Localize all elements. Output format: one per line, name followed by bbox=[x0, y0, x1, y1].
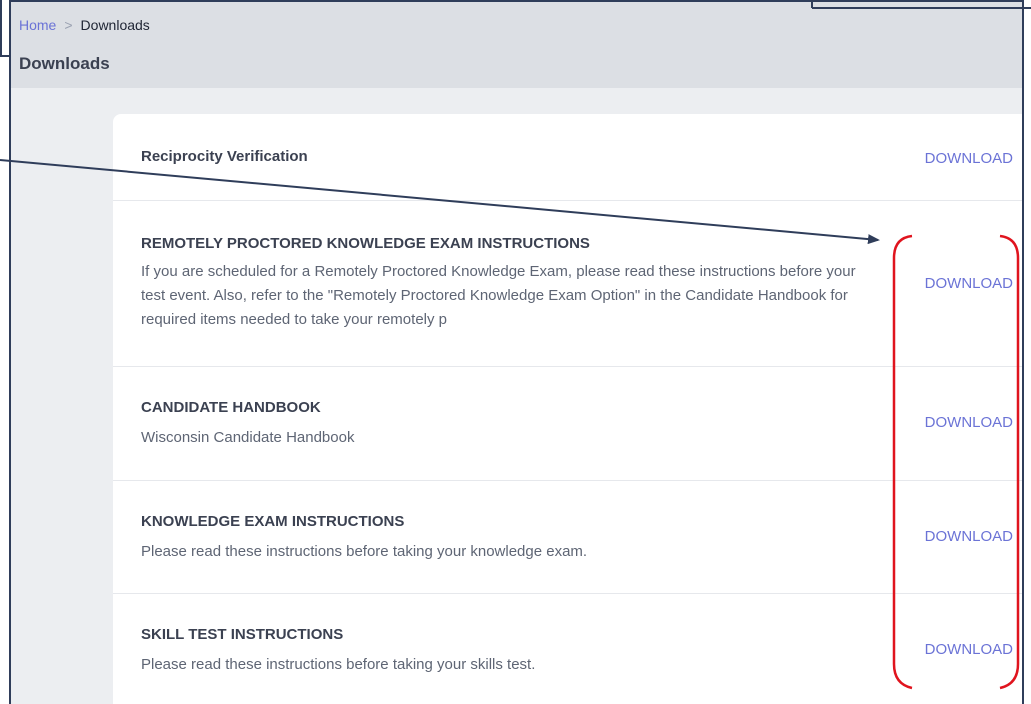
chevron-right-icon: > bbox=[64, 17, 73, 33]
breadcrumb: Home > Downloads bbox=[19, 17, 150, 33]
download-row: CANDIDATE HANDBOOK Wisconsin Candidate H… bbox=[113, 366, 1022, 481]
breadcrumb-home-link[interactable]: Home bbox=[19, 17, 56, 33]
download-row: REMOTELY PROCTORED KNOWLEDGE EXAM INSTRU… bbox=[113, 200, 1022, 367]
download-description: Please read these instructions before ta… bbox=[141, 656, 536, 673]
download-button[interactable]: DOWNLOAD bbox=[925, 150, 1013, 167]
annotation-line-left bbox=[0, 0, 2, 57]
download-title: SKILL TEST INSTRUCTIONS bbox=[141, 626, 344, 643]
page-edge bbox=[1024, 0, 1031, 704]
download-title: CANDIDATE HANDBOOK bbox=[141, 399, 321, 416]
annotation-line-connector bbox=[0, 55, 9, 57]
download-row: KNOWLEDGE EXAM INSTRUCTIONS Please read … bbox=[113, 480, 1022, 594]
download-description: If you are scheduled for a Remotely Proc… bbox=[141, 263, 856, 328]
app-window: Home > Downloads Downloads Reciprocity Ver… bbox=[9, 0, 1024, 704]
download-title: KNOWLEDGE EXAM INSTRUCTIONS bbox=[141, 513, 405, 530]
download-button[interactable]: DOWNLOAD bbox=[925, 414, 1013, 431]
download-title: REMOTELY PROCTORED KNOWLEDGE EXAM INSTRU… bbox=[141, 235, 590, 252]
downloads-card: Reciprocity Verification DOWNLOAD REMOTE… bbox=[113, 114, 1022, 704]
download-row: Reciprocity Verification DOWNLOAD bbox=[113, 114, 1022, 201]
page-title: Downloads bbox=[19, 54, 110, 73]
download-button[interactable]: DOWNLOAD bbox=[925, 528, 1013, 545]
download-button[interactable]: DOWNLOAD bbox=[925, 641, 1013, 658]
breadcrumb-current: Downloads bbox=[80, 17, 150, 33]
header-bar: Home > Downloads Downloads bbox=[11, 2, 1022, 88]
download-description: Wisconsin Candidate Handbook bbox=[141, 429, 355, 446]
download-row: SKILL TEST INSTRUCTIONS Please read thes… bbox=[113, 593, 1022, 704]
download-description: Please read these instructions before ta… bbox=[141, 543, 588, 560]
download-title: Reciprocity Verification bbox=[141, 148, 308, 165]
download-button[interactable]: DOWNLOAD bbox=[925, 275, 1013, 292]
